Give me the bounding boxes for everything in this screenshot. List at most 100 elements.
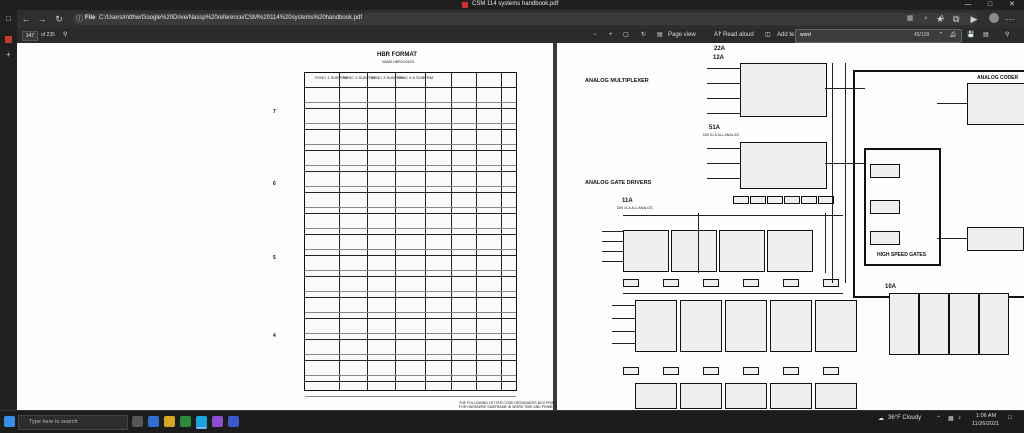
tray-overflow-icon[interactable]: ⌃ — [936, 415, 941, 422]
chip-12a-label: 12A — [713, 55, 725, 61]
circuit-block — [680, 383, 722, 409]
table-row-line — [305, 171, 516, 172]
task-view-icon[interactable] — [132, 416, 143, 427]
close-icon[interactable]: ✕ — [1002, 0, 1022, 10]
table-row-line — [305, 333, 516, 334]
search-placeholder: Type here to search — [29, 419, 78, 425]
circuit-wire — [832, 63, 833, 283]
minimize-icon[interactable]: — — [958, 0, 978, 10]
weather-text[interactable]: 36°F Cloudy — [888, 415, 921, 421]
network-icon[interactable]: ▦ — [948, 415, 954, 422]
circuit-block — [740, 63, 827, 117]
clock-date[interactable]: 11/26/2021 — [972, 421, 999, 427]
circuit-wire — [707, 68, 740, 69]
extensions-icon[interactable]: ▶ — [969, 14, 979, 24]
clock-time[interactable]: 1:06 AM — [976, 413, 996, 419]
volume-icon[interactable]: ♪ — [958, 415, 961, 421]
app-icon[interactable] — [228, 416, 239, 427]
analog-coder-label: ANALOG CODER — [977, 75, 1019, 81]
profile-avatar[interactable] — [989, 13, 999, 23]
circuit-block — [635, 300, 677, 352]
page-view-button[interactable]: Page view — [668, 31, 696, 40]
start-icon[interactable] — [4, 416, 15, 427]
circuit-block — [743, 279, 759, 287]
find-in-page-box[interactable]: word 45/109 ⌃ ⌄ — [795, 29, 962, 43]
app-icon[interactable] — [180, 416, 191, 427]
row-marker: 6 — [273, 181, 276, 187]
save-as-icon[interactable]: ▤ — [983, 31, 989, 40]
circuit-block — [750, 196, 766, 204]
table-row-line — [305, 318, 516, 319]
analog-multiplexer-label: ANALOG MULTIPLEXER — [585, 78, 649, 84]
favorites-icon[interactable]: ★ — [935, 14, 945, 24]
circuit-block — [703, 279, 719, 287]
notifications-icon[interactable]: □ — [1008, 415, 1012, 421]
back-icon[interactable]: ← — [21, 14, 31, 24]
high-speed-gates-label: HIGH SPEED GATES — [877, 252, 927, 258]
visual-studio-icon[interactable] — [212, 416, 223, 427]
row-marker: 7 — [273, 109, 276, 115]
column-header: SYNC 2 SUBFRM — [343, 75, 376, 80]
find-result-count: 45/109 — [914, 32, 930, 38]
fit-page-icon[interactable]: ▢ — [623, 31, 629, 40]
table-row-line — [305, 213, 516, 214]
info-icon[interactable]: ⓘ — [76, 14, 83, 24]
edge-icon[interactable] — [196, 416, 207, 429]
circuit-block — [784, 196, 800, 204]
zoom-in-icon[interactable]: + — [609, 31, 613, 40]
table-row-line — [305, 312, 516, 313]
table-row-line — [305, 234, 516, 235]
maximize-icon[interactable]: □ — [980, 0, 1000, 10]
page-view-icon[interactable]: ▤ — [657, 31, 663, 40]
table-row-line — [305, 354, 516, 355]
circuit-block — [815, 383, 857, 409]
settings-more-icon[interactable]: ⋯ — [1005, 14, 1015, 24]
add-text-icon[interactable]: ◫ — [765, 31, 771, 40]
table-row-line — [305, 255, 516, 256]
circuit-block — [870, 164, 900, 178]
table-row-line — [305, 375, 516, 376]
circuit-block — [725, 300, 767, 352]
find-input[interactable]: word — [800, 32, 811, 38]
circuit-block — [823, 279, 839, 287]
page-number-input[interactable]: 147 — [22, 31, 38, 41]
refresh-icon[interactable]: ↻ — [54, 14, 64, 24]
new-tab-icon[interactable]: + — [4, 50, 13, 59]
taskbar-search[interactable]: Type here to search — [18, 415, 128, 430]
circuit-wire — [602, 231, 623, 232]
circuit-wire — [623, 215, 843, 216]
zoom-icon[interactable]: ⌕ — [921, 14, 931, 24]
hbr-format-title: HBR FORMAT — [377, 52, 417, 58]
circuit-block — [919, 293, 949, 355]
circuit-wire — [707, 178, 740, 179]
circuit-block — [801, 196, 817, 204]
circuit-block — [823, 367, 839, 375]
file-explorer-icon[interactable] — [164, 416, 175, 427]
read-aloud-button[interactable]: Read aloud — [723, 31, 754, 40]
app-icon[interactable] — [148, 416, 159, 427]
tab-actions-icon[interactable]: □ — [4, 14, 13, 23]
search-icon[interactable]: ⚲ — [63, 31, 67, 40]
app-available-icon[interactable]: ▦ — [905, 14, 915, 24]
print-icon[interactable]: ⎙ — [951, 31, 956, 40]
url-text[interactable]: C:/Users/mtthw/Google%20Drive/Nassp%20re… — [99, 15, 362, 21]
circuit-block — [719, 230, 765, 272]
circuit-block — [770, 300, 812, 352]
circuit-block — [623, 279, 639, 287]
pdf-tab-icon[interactable] — [5, 36, 12, 43]
address-bar[interactable]: ⓘ File C:/Users/mtthw/Google%20Drive/Nas… — [73, 13, 978, 25]
find-prev-icon[interactable]: ⌃ — [938, 31, 944, 39]
pin-toolbar-icon[interactable]: ⚲ — [1005, 31, 1009, 40]
add-text-button[interactable]: Add te — [777, 31, 794, 40]
read-aloud-icon[interactable]: A‽ — [714, 31, 721, 40]
chip-51a-label: 51A — [709, 125, 721, 131]
row-marker: 4 — [273, 333, 276, 339]
weather-icon[interactable]: ☁ — [878, 415, 884, 422]
forward-icon[interactable]: → — [37, 14, 47, 24]
zoom-out-icon[interactable]: − — [593, 31, 597, 40]
save-icon[interactable]: 💾 — [967, 31, 974, 40]
circuit-wire — [707, 113, 740, 114]
collections-icon[interactable]: ⧉ — [951, 14, 961, 24]
circuit-block — [979, 293, 1009, 355]
rotate-icon[interactable]: ↻ — [641, 31, 646, 40]
